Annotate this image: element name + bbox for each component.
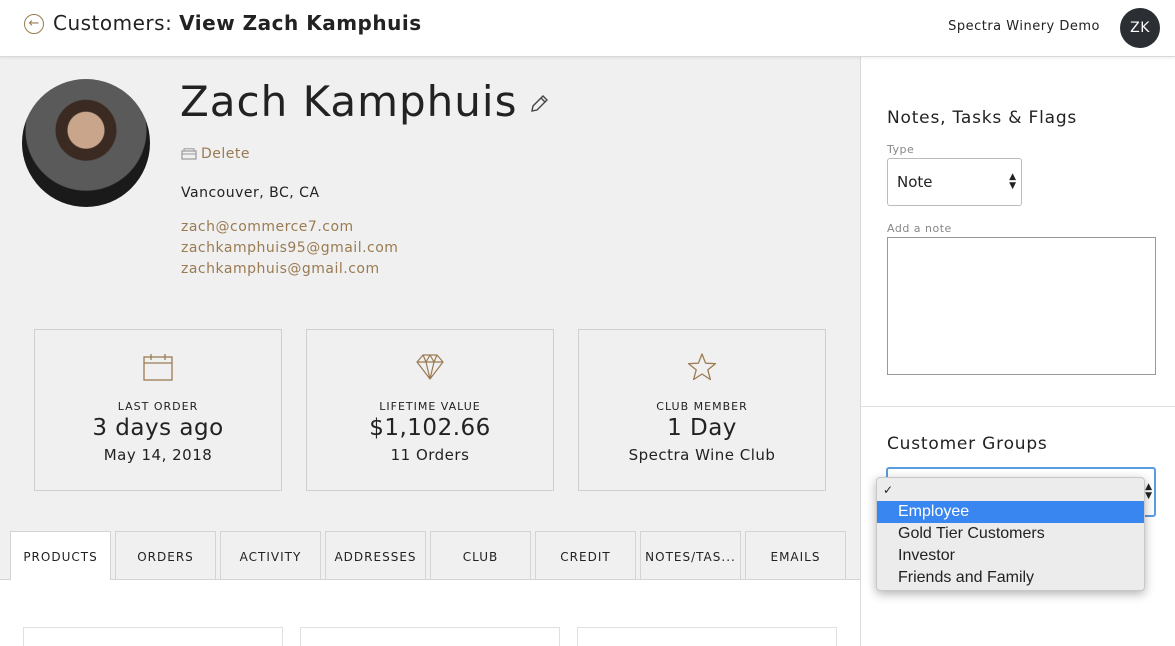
dropdown-option-friends-family[interactable]: Friends and Family (877, 567, 1144, 589)
note-label: Add a note (887, 222, 952, 235)
lifetime-value-card: LIFETIME VALUE $1,102.66 11 Orders (306, 329, 554, 491)
dropdown-option-employee[interactable]: Employee (877, 501, 1144, 523)
delete-label: Delete (201, 146, 250, 162)
product-card[interactable] (577, 627, 837, 646)
top-header: ← Customers: View Zach Kamphuis Spectra … (0, 0, 1175, 57)
page-title-prefix: Customers: (53, 11, 173, 35)
back-arrow-icon[interactable]: ← (24, 14, 44, 34)
products-tab-content (0, 579, 860, 646)
customer-groups-title: Customer Groups (887, 434, 1048, 454)
page-title-customer: View Zach Kamphuis (179, 11, 422, 35)
org-name[interactable]: Spectra Winery Demo (948, 19, 1100, 34)
last-order-card: LAST ORDER 3 days ago May 14, 2018 (34, 329, 282, 491)
tab-club[interactable]: CLUB (430, 531, 531, 579)
notes-title: Notes, Tasks & Flags (887, 108, 1078, 128)
email-link[interactable]: zachkamphuis@gmail.com (181, 259, 398, 280)
calendar-icon (143, 354, 173, 381)
customer-groups-dropdown: ✓ Employee Gold Tier Customers Investor … (876, 477, 1145, 591)
tab-activity[interactable]: ACTIVITY (220, 531, 321, 579)
type-label: Type (887, 143, 915, 156)
stat-sub: Spectra Wine Club (628, 446, 776, 464)
page-title: Customers: View Zach Kamphuis (53, 11, 422, 35)
customer-emails: zach@commerce7.com zachkamphuis95@gmail.… (181, 217, 398, 280)
delete-customer-link[interactable]: Delete (181, 146, 250, 162)
stat-sub: May 14, 2018 (103, 446, 213, 464)
tab-addresses[interactable]: ADDRESSES (325, 531, 426, 579)
note-textarea[interactable] (887, 237, 1156, 375)
tab-emails[interactable]: EMAILS (745, 531, 846, 579)
tab-credit[interactable]: CREDIT (535, 531, 636, 579)
dropdown-option-investor[interactable]: Investor (877, 545, 1144, 567)
diamond-icon (416, 354, 444, 380)
tab-orders[interactable]: ORDERS (115, 531, 216, 579)
stat-label: CLUB MEMBER (656, 400, 748, 413)
user-avatar[interactable]: ZK (1120, 8, 1160, 48)
divider (861, 406, 1175, 407)
customer-photo (22, 79, 150, 207)
note-type-select[interactable]: Note ▲ ▼ (887, 158, 1022, 206)
star-icon (687, 353, 717, 381)
customer-name: Zach Kamphuis (180, 77, 518, 126)
product-card[interactable] (23, 627, 283, 646)
stat-label: LAST ORDER (117, 400, 199, 413)
note-type-value: Note (897, 173, 933, 191)
email-link[interactable]: zachkamphuis95@gmail.com (181, 238, 398, 259)
dropdown-option-empty[interactable]: ✓ (877, 479, 1144, 501)
product-card[interactable] (300, 627, 560, 646)
select-arrows-icon: ▲ ▼ (1009, 172, 1016, 191)
pencil-icon[interactable] (528, 93, 550, 115)
stat-value: 3 days ago (92, 415, 224, 441)
email-link[interactable]: zach@commerce7.com (181, 217, 398, 238)
stat-value: $1,102.66 (369, 415, 491, 441)
tab-notes-tasks[interactable]: NOTES/TAS... (640, 531, 741, 579)
stat-label: LIFETIME VALUE (379, 400, 481, 413)
checkmark-icon: ✓ (883, 483, 894, 497)
trash-icon (181, 148, 197, 160)
dropdown-option-gold-tier[interactable]: Gold Tier Customers (877, 523, 1144, 545)
club-member-card: CLUB MEMBER 1 Day Spectra Wine Club (578, 329, 826, 491)
select-arrows-icon: ▲ ▼ (1145, 482, 1152, 501)
tab-products[interactable]: PRODUCTS (10, 531, 111, 580)
customer-main: Zach Kamphuis Delete Vancouver, BC, CA z… (0, 57, 860, 646)
stat-value: 1 Day (667, 415, 737, 441)
customer-location: Vancouver, BC, CA (181, 185, 320, 201)
stat-sub: 11 Orders (390, 446, 470, 464)
